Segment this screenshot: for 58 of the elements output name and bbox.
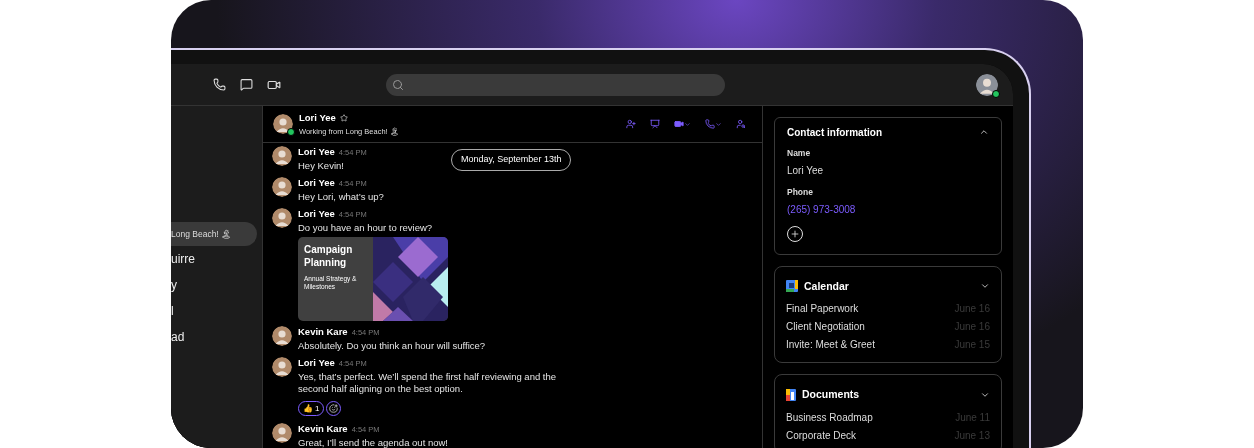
caret-icon — [715, 120, 722, 128]
sender-name: Lori Yee — [298, 177, 335, 189]
add-person-icon[interactable] — [626, 119, 636, 129]
conversation-item[interactable]: l — [171, 298, 257, 324]
collapse-icon[interactable] — [979, 127, 989, 137]
card-title: Contact information — [787, 125, 882, 140]
document-icon — [786, 389, 796, 402]
search-field[interactable] — [386, 73, 725, 96]
item-title: Client Negotiation — [786, 319, 865, 334]
conversation-item[interactable]: uirre — [171, 246, 257, 272]
avatar — [272, 177, 292, 197]
sender-name: Lori Yee — [298, 357, 335, 369]
field-label: Phone — [787, 185, 814, 199]
item-title: Final Paperwork — [786, 301, 859, 316]
avatar — [272, 146, 292, 166]
phone-link[interactable]: (265) 973-3008 — [787, 201, 989, 217]
avatar — [272, 326, 292, 346]
attachment-title: Campaign Planning — [304, 243, 354, 269]
plus-icon — [790, 228, 800, 239]
avatar — [272, 208, 292, 228]
caret-icon — [684, 120, 691, 128]
field-value: Lori Yee — [787, 163, 825, 178]
sender-name: Kevin Kare — [298, 423, 348, 435]
search-icon — [392, 78, 404, 91]
chat-icon[interactable] — [240, 78, 253, 91]
message-text: Do you have an hour to review? — [298, 222, 434, 234]
sender-name: Lori Yee — [298, 146, 335, 158]
item-title: Invite: Meet & Greet — [786, 337, 875, 352]
phone-icon — [705, 119, 715, 129]
message-text: Absolutely. Do you think an hour will suffice? — [298, 340, 486, 352]
avatar — [272, 423, 292, 443]
star-icon[interactable] — [339, 114, 348, 123]
video-icon — [674, 119, 684, 129]
message-text: Hey Lori, what’s up? — [298, 191, 384, 203]
message-text: Great, I’ll send the agenda out now! — [298, 437, 448, 448]
conversation-item[interactable]: ad — [171, 324, 257, 350]
video-call-button[interactable] — [674, 119, 691, 129]
sender-name: Lori Yee — [298, 208, 335, 220]
item-title: Corporate Deck — [786, 428, 857, 443]
message-text: Hey Kevin! — [298, 160, 345, 172]
avatar — [273, 114, 293, 134]
conversation-item[interactable]: y — [171, 272, 257, 298]
emoji-icon — [329, 404, 339, 413]
field-label: Name — [787, 147, 812, 160]
avatar — [272, 357, 292, 377]
user-search-icon[interactable] — [736, 119, 746, 129]
item-title: Business Roadmap — [786, 410, 873, 425]
calendar-icon — [786, 280, 798, 293]
screen-share-icon[interactable] — [650, 119, 660, 129]
conversation-item[interactable]: Long Beach! 🏝 — [171, 222, 257, 246]
date-pill: Monday, September 13th — [451, 149, 572, 171]
avatar — [976, 73, 998, 96]
sender-name: Kevin Kare — [298, 326, 348, 338]
phone-icon[interactable] — [213, 78, 226, 91]
message-text: Yes, that’s perfect. We’ll spend the first half reviewing and the second half aligning on the best option. — [298, 371, 558, 395]
contact-name: Lori Yee — [299, 111, 336, 126]
card-title: Documents — [802, 387, 860, 403]
card-title: Calendar — [804, 278, 849, 294]
